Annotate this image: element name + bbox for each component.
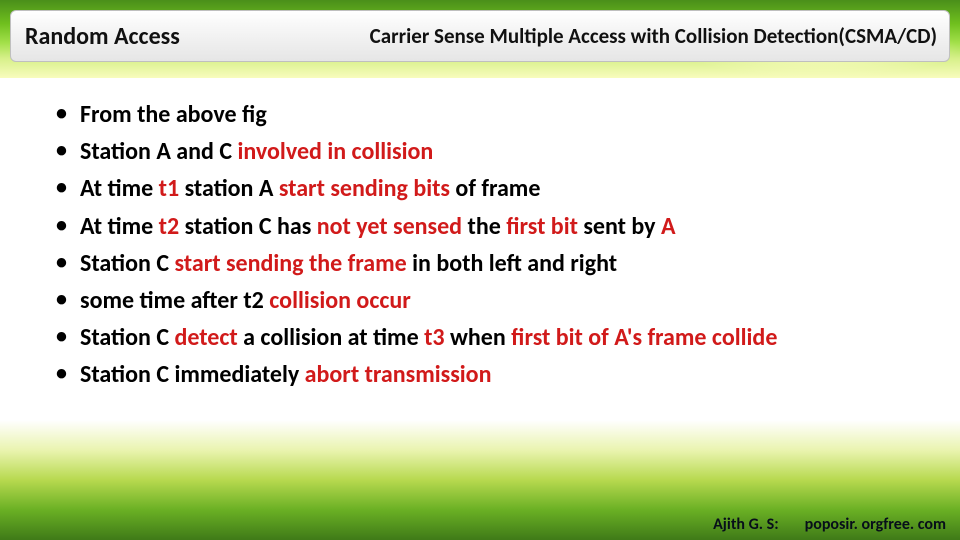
list-item: Station A and C involved in collision	[48, 133, 940, 170]
list-item: At time t2 station C has not yet sensed …	[48, 208, 940, 245]
bullet-text-red: first bit of A's frame collide	[511, 323, 777, 352]
bullet-text-red: detect	[174, 323, 243, 352]
bullet-text-red: collision occur	[269, 286, 411, 315]
footer: Ajith G. S: poposir. orgfree. com	[713, 515, 946, 534]
bullet-text: sent by	[583, 212, 661, 241]
bullet-text: station A	[185, 174, 279, 203]
bullet-text-red: involved in collision	[237, 137, 433, 166]
bullet-list: From the above fig Station A and C invol…	[48, 96, 940, 394]
bullet-text-red: start sending the frame	[174, 249, 412, 278]
list-item: Station C immediately abort transmission	[48, 356, 940, 393]
footer-url: poposir. orgfree. com	[805, 515, 946, 534]
bullet-text-red: t1	[159, 174, 185, 203]
bullet-text-red: A	[661, 212, 676, 241]
header-bar: Random Access Carrier Sense Multiple Acc…	[10, 10, 950, 62]
list-item: From the above fig	[48, 96, 940, 133]
bullet-text-red: not yet sensed	[317, 212, 468, 241]
slide-content: From the above fig Station A and C invol…	[48, 96, 940, 394]
bullet-text-red: first bit	[506, 212, 583, 241]
bullet-text-red: t2	[159, 212, 185, 241]
list-item: some time after t2 collision occur	[48, 282, 940, 319]
bullet-text-red: t3	[424, 323, 450, 352]
header-left-title: Random Access	[19, 22, 180, 51]
bullet-text: the	[468, 212, 507, 241]
header-right-title: Carrier Sense Multiple Access with Colli…	[180, 23, 941, 49]
bullet-text-red: start sending bits	[279, 174, 456, 203]
list-item: Station C detect a collision at time t3 …	[48, 319, 940, 356]
bullet-text: Station A and C	[80, 137, 237, 166]
bullet-text: From the above fig	[80, 100, 267, 129]
bullet-text: in both left and right	[412, 249, 617, 278]
bullet-text: At time	[80, 212, 159, 241]
bullet-text: when	[450, 323, 511, 352]
bullet-text: Station C	[80, 323, 174, 352]
footer-author: Ajith G. S:	[713, 515, 779, 534]
bullet-text: At time	[80, 174, 159, 203]
bullet-text: of frame	[455, 174, 540, 203]
bullet-text: Station C immediately	[80, 360, 305, 389]
bullet-text: a collision at time	[243, 323, 424, 352]
bullet-text: Station C	[80, 249, 174, 278]
bullet-text: station C has	[185, 212, 317, 241]
list-item: Station C start sending the frame in bot…	[48, 245, 940, 282]
bullet-text-red: abort transmission	[305, 360, 492, 389]
bullet-text: some time after t2	[80, 286, 269, 315]
list-item: At time t1 station A start sending bits …	[48, 170, 940, 207]
